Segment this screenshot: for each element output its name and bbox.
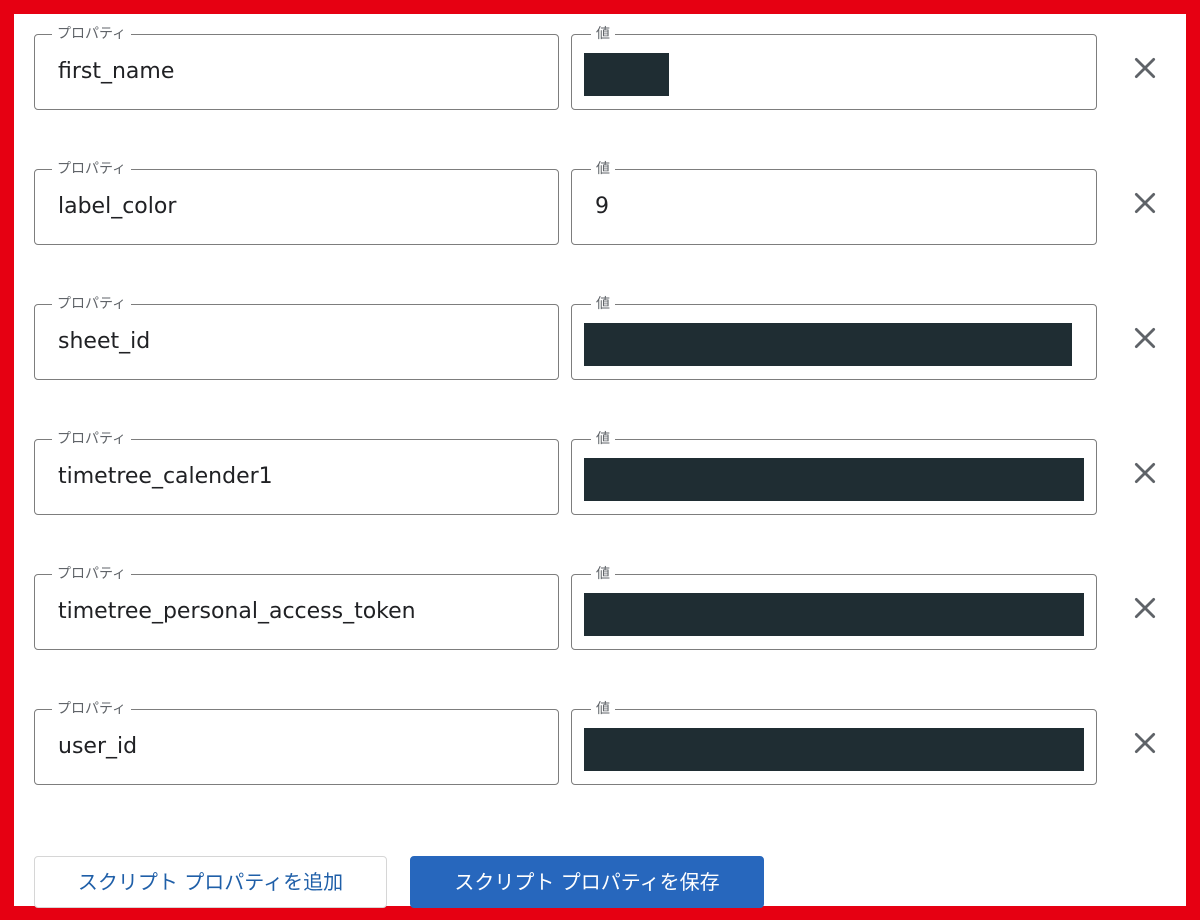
property-row: プロパティ sheet_id 値 — [14, 295, 1186, 384]
property-value-label: 値 — [591, 700, 615, 718]
close-icon — [1134, 57, 1156, 79]
property-row: プロパティ first_name 値 — [14, 25, 1186, 114]
remove-property-button[interactable] — [1131, 594, 1159, 622]
property-value-label: 値 — [591, 25, 615, 43]
redacted-value-block — [584, 458, 1084, 501]
property-row: プロパティ timetree_calender1 値 — [14, 430, 1186, 519]
property-value-field[interactable]: 値 — [571, 25, 1097, 110]
property-name-field[interactable]: プロパティ label_color — [34, 160, 559, 245]
property-name-value: user_id — [58, 734, 138, 759]
close-icon — [1134, 462, 1156, 484]
close-icon — [1134, 192, 1156, 214]
property-name-value: timetree_calender1 — [58, 464, 273, 489]
property-value-field[interactable]: 値 — [571, 700, 1097, 785]
property-name-field[interactable]: プロパティ timetree_calender1 — [34, 430, 559, 515]
property-name-value: first_name — [58, 59, 175, 84]
property-name-field[interactable]: プロパティ first_name — [34, 25, 559, 110]
property-name-field[interactable]: プロパティ user_id — [34, 700, 559, 785]
property-row: プロパティ user_id 値 — [14, 700, 1186, 789]
remove-property-button[interactable] — [1131, 189, 1159, 217]
property-row: プロパティ timetree_personal_access_token 値 — [14, 565, 1186, 654]
property-name-field[interactable]: プロパティ timetree_personal_access_token — [34, 565, 559, 650]
redacted-value-block — [584, 728, 1084, 771]
property-value-label: 値 — [591, 295, 615, 313]
save-script-properties-button[interactable]: スクリプト プロパティを保存 — [410, 856, 764, 908]
property-name-field[interactable]: プロパティ sheet_id — [34, 295, 559, 380]
close-icon — [1134, 327, 1156, 349]
remove-property-button[interactable] — [1131, 729, 1159, 757]
redacted-value-block — [584, 593, 1084, 636]
property-row: プロパティ label_color 値 9 — [14, 160, 1186, 249]
remove-property-button[interactable] — [1131, 459, 1159, 487]
property-value-field[interactable]: 値 — [571, 430, 1097, 515]
property-value-field[interactable]: 値 — [571, 295, 1097, 380]
screenshot-frame: プロパティ first_name 値 プロパティ label_color 値 9 — [0, 0, 1200, 920]
close-icon — [1134, 732, 1156, 754]
property-value-label: 値 — [591, 430, 615, 448]
redacted-value-block — [584, 53, 669, 96]
close-icon — [1134, 597, 1156, 619]
property-value-field[interactable]: 値 9 — [571, 160, 1097, 245]
property-name-value: label_color — [58, 194, 177, 219]
add-script-property-button[interactable]: スクリプト プロパティを追加 — [34, 856, 387, 908]
redacted-value-block — [584, 323, 1072, 366]
property-value-label: 値 — [591, 565, 615, 583]
property-name-value: sheet_id — [58, 329, 151, 354]
remove-property-button[interactable] — [1131, 54, 1159, 82]
property-value-text: 9 — [595, 194, 609, 219]
remove-property-button[interactable] — [1131, 324, 1159, 352]
property-value-field[interactable]: 値 — [571, 565, 1097, 650]
property-name-value: timetree_personal_access_token — [58, 599, 416, 624]
